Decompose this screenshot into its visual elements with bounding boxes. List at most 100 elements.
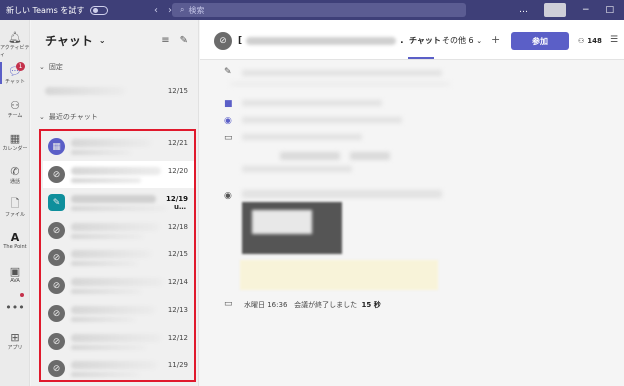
- file-icon: 🗋︎: [10, 196, 20, 210]
- apps-icon: ⊞: [10, 330, 20, 344]
- list-item[interactable]: ⊘ 12/18: [43, 217, 194, 244]
- blurred-content: [242, 190, 442, 198]
- blurred-content: [242, 134, 362, 140]
- chevron-left-icon[interactable]: ‹: [154, 5, 158, 16]
- blurred-content: [230, 82, 450, 86]
- window-controls: … − □: [519, 0, 624, 20]
- list-icon[interactable]: ☰: [610, 35, 618, 45]
- teams-icon: ⚇: [10, 98, 20, 112]
- participant-count: 148: [587, 37, 602, 45]
- chat-date: 12/15: [167, 250, 188, 258]
- list-item[interactable]: 12/15: [31, 74, 198, 108]
- tab-more[interactable]: その他 6 ⌄: [442, 35, 482, 46]
- blurred-content: [242, 166, 352, 172]
- meeting-icon: ⊘: [48, 305, 65, 322]
- blurred-content: [280, 152, 340, 160]
- ended-text: 会議が終了しました: [294, 301, 358, 309]
- chat-preview-suffix: u…: [174, 203, 186, 211]
- new-chat-icon[interactable]: ✎: [180, 35, 188, 46]
- rail-item-label: AVA: [10, 278, 20, 284]
- list-item[interactable]: ⊘ 12/14: [43, 272, 194, 299]
- maximize-button[interactable]: □: [605, 5, 614, 15]
- meeting-ended-notice: 水曜日 16:36 会議が終了しました 15 秒: [244, 300, 381, 310]
- recent-section-header[interactable]: ⌄ 最近のチャット: [31, 110, 198, 124]
- nav-arrows: ‹ ›: [154, 5, 172, 16]
- rail-item-activity[interactable]: 🔔︎ アクティビティ: [0, 30, 30, 59]
- active-tab-underline: [408, 57, 434, 59]
- list-item[interactable]: ⊘ 12/20: [43, 161, 194, 188]
- group-chat-icon: ✎: [48, 194, 65, 211]
- rail-item-label: チーム: [7, 113, 23, 119]
- ended-time: 水曜日 16:36: [244, 301, 288, 309]
- chat-title-label: チャット: [45, 33, 93, 48]
- tab-chat[interactable]: チャット: [409, 35, 441, 46]
- conversation-header: ⊘ [ . チャット その他 6 ⌄ + 参加 ⚇ 148 ☰: [200, 20, 624, 60]
- add-tab-icon[interactable]: +: [491, 33, 500, 46]
- pinned-label: 固定: [48, 63, 63, 71]
- rail-item-teams[interactable]: ⚇ チーム: [0, 98, 30, 120]
- chevron-down-icon: ⌄: [39, 63, 45, 71]
- title-suffix: .: [400, 36, 404, 46]
- pinned-section-header[interactable]: ⌄ 固定: [31, 60, 198, 74]
- search-placeholder: 検索: [188, 5, 205, 15]
- meeting-icon: ⊘: [48, 360, 65, 377]
- meeting-icon: ⊘: [48, 249, 65, 266]
- app-rail: 🔔︎ アクティビティ 💬︎ 1 チャット ⚇ チーム ▦ カレンダー ✆ 通話 …: [0, 20, 30, 386]
- conversation-title[interactable]: [ .: [238, 36, 404, 46]
- chevron-down-icon: ⌄: [98, 35, 106, 45]
- people-icon: ⚇: [578, 37, 585, 45]
- rail-item-files[interactable]: 🗋︎ ファイル: [0, 196, 30, 219]
- list-item[interactable]: ⊘ 12/15: [43, 244, 194, 271]
- camera-icon: ▭: [224, 299, 233, 309]
- blurred-content: [242, 117, 402, 123]
- meeting-icon: ⊘: [48, 166, 65, 183]
- chat-list-pane: チャット ⌄ ≡ ✎ ⌄ 固定 12/15 ⌄ 最近のチャット ▦ 12/21 …: [31, 20, 199, 386]
- list-item[interactable]: ⊘ 12/12: [43, 328, 194, 355]
- search-input[interactable]: ⌕ 検索: [172, 3, 466, 17]
- participants-button[interactable]: ⚇ 148: [578, 37, 602, 45]
- notification-dot: [20, 293, 24, 297]
- title-bar: 新しい Teams を試す ‹ › ⌕ 検索 … − □: [0, 0, 624, 20]
- chat-date: 11/29: [167, 361, 188, 369]
- ended-duration: 15 秒: [361, 301, 381, 309]
- chat-date: 12/19: [165, 195, 188, 203]
- chat-date: 12/13: [167, 306, 188, 314]
- join-button[interactable]: 参加: [511, 32, 569, 50]
- list-item[interactable]: ⊘ 12/13: [43, 300, 194, 327]
- video-icon: ■: [224, 99, 233, 109]
- filter-icon[interactable]: ≡: [161, 35, 169, 46]
- new-teams-toggle[interactable]: [90, 5, 109, 15]
- record-icon: ◉: [224, 191, 232, 201]
- edit-icon: ✎: [224, 67, 232, 77]
- list-item[interactable]: ▦ 12/21: [43, 133, 194, 160]
- chat-list-title[interactable]: チャット ⌄: [45, 32, 106, 49]
- highlighted-recent-chats: ▦ 12/21 ⊘ 12/20 ✎ 12/19 u… ⊘ 12/18 ⊘ 12/…: [39, 129, 196, 382]
- list-item[interactable]: ⊘ 11/29: [43, 355, 194, 382]
- tab-more-label: その他 6: [442, 36, 474, 45]
- list-item[interactable]: ✎ 12/19 u…: [43, 189, 194, 216]
- minimize-button[interactable]: −: [582, 5, 590, 15]
- rail-item-apps[interactable]: ⊞ アプリ: [0, 330, 30, 352]
- blurred-content: [242, 70, 442, 76]
- chat-date: 12/21: [167, 139, 188, 147]
- rail-item-ava[interactable]: ▣ AVA: [0, 264, 30, 285]
- rail-item-label: 通話: [9, 179, 20, 185]
- conversation-pane: ⊘ [ . チャット その他 6 ⌄ + 参加 ⚇ 148 ☰ ✎ ■ ◉ ▭ …: [200, 20, 624, 386]
- calendar-icon: ▦: [48, 138, 65, 155]
- recent-label: 最近のチャット: [48, 113, 98, 121]
- chat-date: 12/14: [167, 278, 188, 286]
- rail-item-thepoint[interactable]: A The Point: [0, 230, 30, 251]
- rail-item-chat[interactable]: 💬︎ 1 チャット: [0, 62, 30, 85]
- rail-item-calendar[interactable]: ▦ カレンダー: [0, 131, 30, 153]
- meeting-icon: ⊘: [48, 277, 65, 294]
- rail-item-calls[interactable]: ✆ 通話: [0, 164, 30, 186]
- more-options-button[interactable]: …: [519, 5, 528, 15]
- chevron-down-icon: ⌄: [39, 113, 45, 121]
- rail-item-label: カレンダー: [2, 146, 28, 152]
- rail-item-more[interactable]: •••: [0, 300, 30, 314]
- rail-item-label: アプリ: [7, 345, 23, 351]
- chat-list-header: チャット ⌄ ≡ ✎: [31, 20, 198, 60]
- chevron-down-icon: ⌄: [476, 37, 483, 45]
- rail-item-label: The Point: [3, 244, 27, 250]
- avatar[interactable]: [543, 3, 566, 17]
